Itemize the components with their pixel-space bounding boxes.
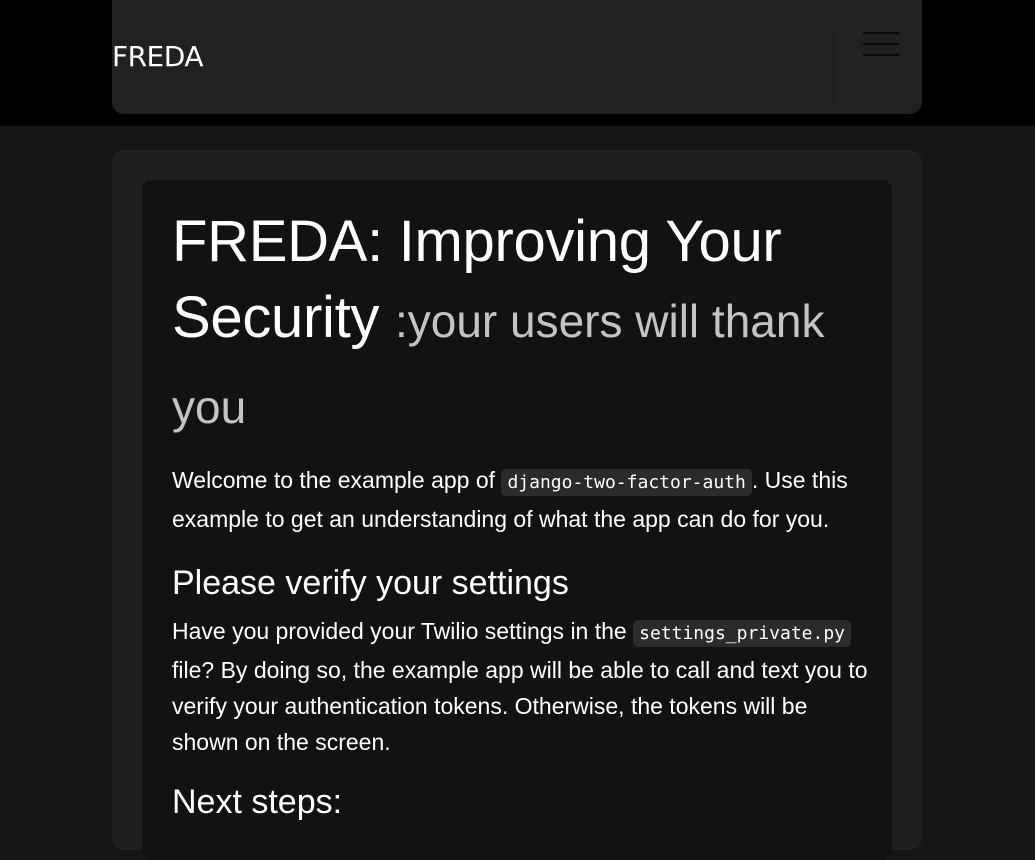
- hamburger-bar: [863, 32, 899, 34]
- settings-file-code: settings_private.py: [633, 620, 852, 647]
- verify-settings-paragraph: Have you provided your Twilio settings i…: [172, 613, 872, 760]
- verify-text-after: file? By doing so, the example app will …: [172, 657, 868, 755]
- hamburger-bar: [863, 43, 899, 45]
- verify-settings-heading: Please verify your settings: [172, 564, 569, 602]
- navbar: FREDA: [112, 0, 922, 114]
- intro-text-before: Welcome to the example app of: [172, 467, 502, 493]
- hamburger-bar: [863, 54, 899, 56]
- next-steps-heading: Next steps:: [172, 783, 343, 821]
- verify-text-before: Have you provided your Twilio settings i…: [172, 618, 634, 644]
- content-body: FREDA: Improving Your Security :your use…: [172, 206, 872, 832]
- intro-paragraph: Welcome to the example app of django-two…: [172, 462, 872, 537]
- brand-link[interactable]: FREDA: [112, 40, 203, 74]
- page-title: FREDA: Improving Your Security :your use…: [172, 206, 872, 450]
- package-name-code: django-two-factor-auth: [501, 469, 752, 496]
- navbar-toggler-button[interactable]: [838, 32, 922, 102]
